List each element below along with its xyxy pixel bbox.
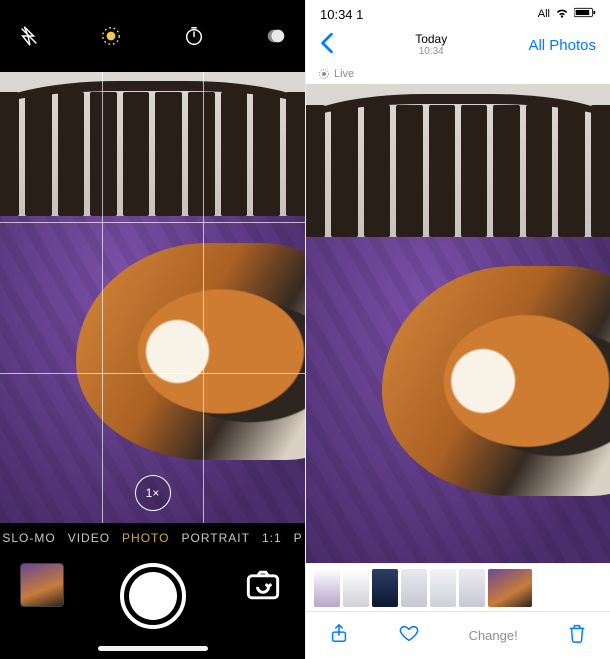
thumb-item[interactable] — [459, 569, 485, 607]
thumb-item[interactable] — [430, 569, 456, 607]
camera-app: 1× SLO-MO VIDEO PHOTO PORTRAIT 1:1 P — [0, 0, 305, 659]
camera-mode-scroller[interactable]: SLO-MO VIDEO PHOTO PORTRAIT 1:1 P — [0, 523, 305, 553]
home-indicator[interactable] — [98, 646, 208, 651]
photo-preview[interactable] — [306, 84, 610, 563]
wifi-icon — [555, 7, 569, 22]
nav-title: Today 10:34 — [415, 33, 447, 57]
camera-flip-button[interactable] — [241, 563, 285, 607]
camera-viewfinder[interactable]: 1× — [0, 72, 305, 523]
camera-top-bar — [0, 0, 305, 72]
mode-slo-mo[interactable]: SLO-MO — [2, 531, 55, 545]
timer-icon[interactable] — [183, 25, 205, 47]
photo-scene — [306, 84, 610, 563]
mode-video[interactable]: VIDEO — [68, 531, 110, 545]
all-photos-button[interactable]: All Photos — [528, 37, 596, 54]
live-photo-icon[interactable] — [100, 25, 122, 47]
mode-square[interactable]: 1:1 — [262, 531, 282, 545]
live-badge-label: Live — [334, 68, 354, 80]
favorite-button[interactable] — [398, 622, 420, 649]
camera-bottom-bar — [0, 553, 305, 659]
battery-icon — [574, 7, 596, 21]
thumb-item[interactable] — [343, 569, 369, 607]
status-bar: 10:34 1 All — [306, 0, 610, 24]
last-photo-thumbnail[interactable] — [20, 563, 64, 607]
viewfinder-scene — [0, 72, 305, 523]
shutter-button[interactable] — [120, 563, 186, 629]
photos-toolbar: Change! — [306, 611, 610, 659]
back-button[interactable] — [320, 32, 334, 59]
trash-button[interactable] — [566, 622, 588, 649]
thumb-item[interactable] — [372, 569, 398, 607]
edit-button[interactable]: Change! — [469, 628, 518, 643]
nav-subtitle: 10:34 — [415, 46, 447, 57]
thumb-item[interactable] — [401, 569, 427, 607]
mode-more[interactable]: P — [294, 531, 303, 545]
flash-off-icon[interactable] — [18, 25, 40, 47]
photos-nav-bar: Today 10:34 All Photos — [306, 24, 610, 66]
status-signal-label: All — [538, 8, 550, 20]
mode-photo[interactable]: PHOTO — [122, 531, 169, 545]
share-button[interactable] — [328, 622, 350, 649]
thumbnail-strip[interactable] — [306, 563, 610, 611]
nav-title-text: Today — [415, 32, 447, 46]
filters-icon[interactable] — [265, 25, 287, 47]
live-badge: Live — [306, 66, 610, 82]
zoom-button[interactable]: 1× — [135, 475, 171, 511]
mode-portrait[interactable]: PORTRAIT — [182, 531, 250, 545]
thumb-item[interactable] — [314, 569, 340, 607]
photos-app: 10:34 1 All Today 10:34 All Photos Live — [305, 0, 610, 659]
status-time: 10:34 1 — [320, 7, 363, 22]
thumb-item-selected[interactable] — [488, 569, 532, 607]
